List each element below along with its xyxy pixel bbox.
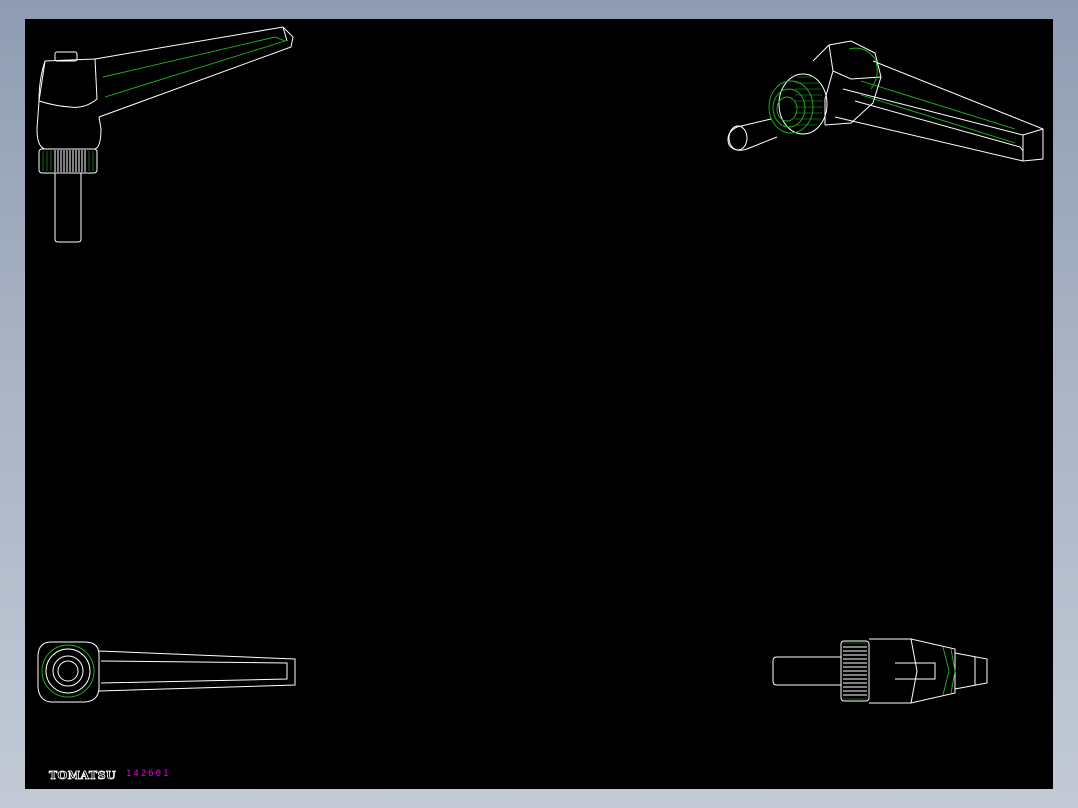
handle-isometric-view [727,40,1044,162]
handle-top-view [37,641,296,703]
handle-front-view [36,26,294,243]
handle-side-view [772,638,988,704]
cad-drawing [36,26,1044,704]
brand-label: TOMATSU [49,769,117,783]
cad-viewport[interactable]: TOMATSU 142601 [25,19,1053,789]
drawing-code: 142601 [126,769,171,779]
